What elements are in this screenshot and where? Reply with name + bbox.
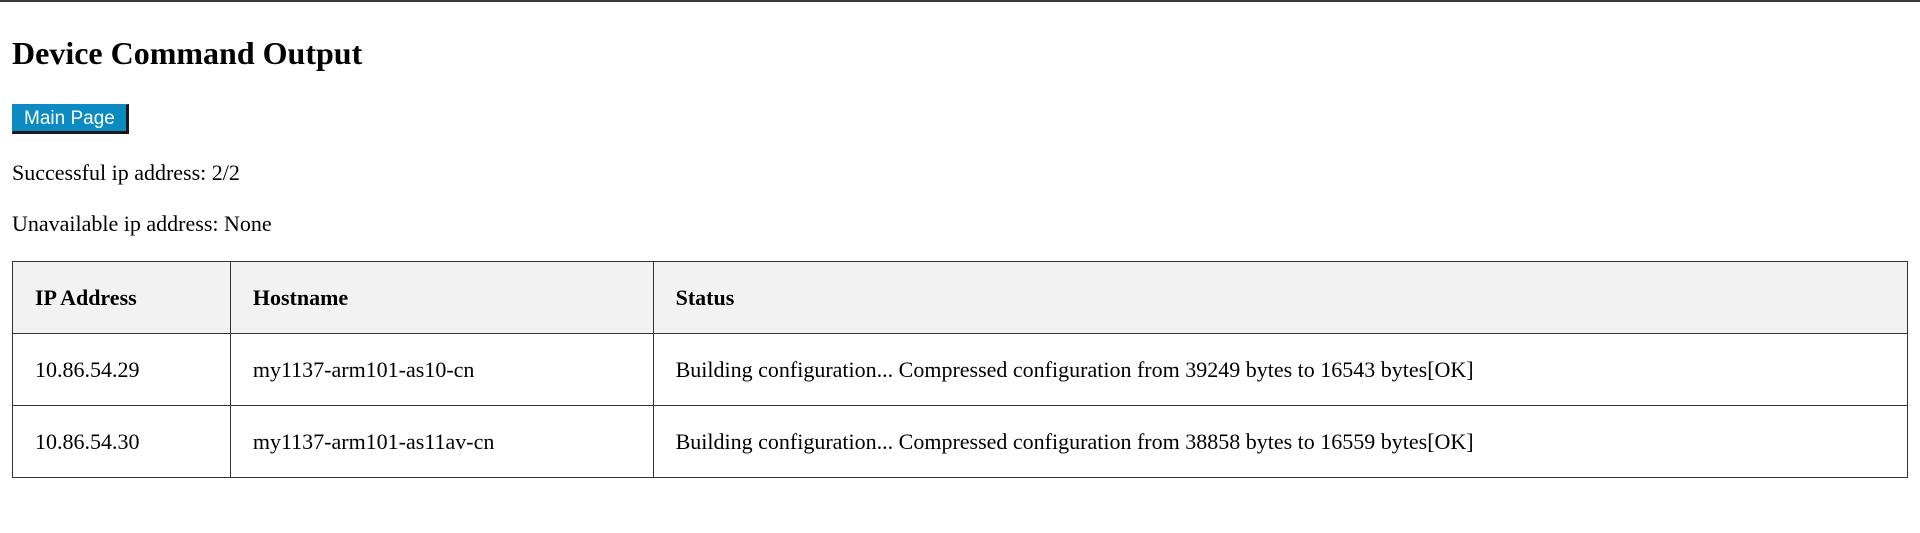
unavailable-ip-summary: Unavailable ip address: None — [12, 211, 272, 236]
successful-ip-summary: Successful ip address: 2/2 — [12, 160, 240, 185]
page-title: Device Command Output — [12, 35, 363, 71]
cell-ip-address: 10.86.54.30 — [12, 405, 231, 478]
table-header-row: IP Address Hostname Status — [12, 261, 1909, 334]
column-header-status: Status — [652, 261, 1909, 334]
column-header-hostname: Hostname — [229, 261, 654, 334]
device-output-table: IP Address Hostname Status 10.86.54.29 m… — [12, 261, 1909, 478]
cell-ip-address: 10.86.54.29 — [12, 333, 231, 406]
top-divider — [0, 0, 1920, 2]
column-header-ip-address: IP Address — [12, 261, 231, 334]
cell-hostname: my1137-arm101-as10-cn — [229, 333, 654, 406]
main-page-button[interactable]: Main Page — [12, 104, 129, 134]
cell-status: Building configuration... Compressed con… — [652, 333, 1909, 406]
cell-status: Building configuration... Compressed con… — [652, 405, 1909, 478]
table-row: 10.86.54.29 my1137-arm101-as10-cn Buildi… — [12, 333, 1909, 406]
cell-hostname: my1137-arm101-as11av-cn — [229, 405, 654, 478]
table-row: 10.86.54.30 my1137-arm101-as11av-cn Buil… — [12, 405, 1909, 478]
